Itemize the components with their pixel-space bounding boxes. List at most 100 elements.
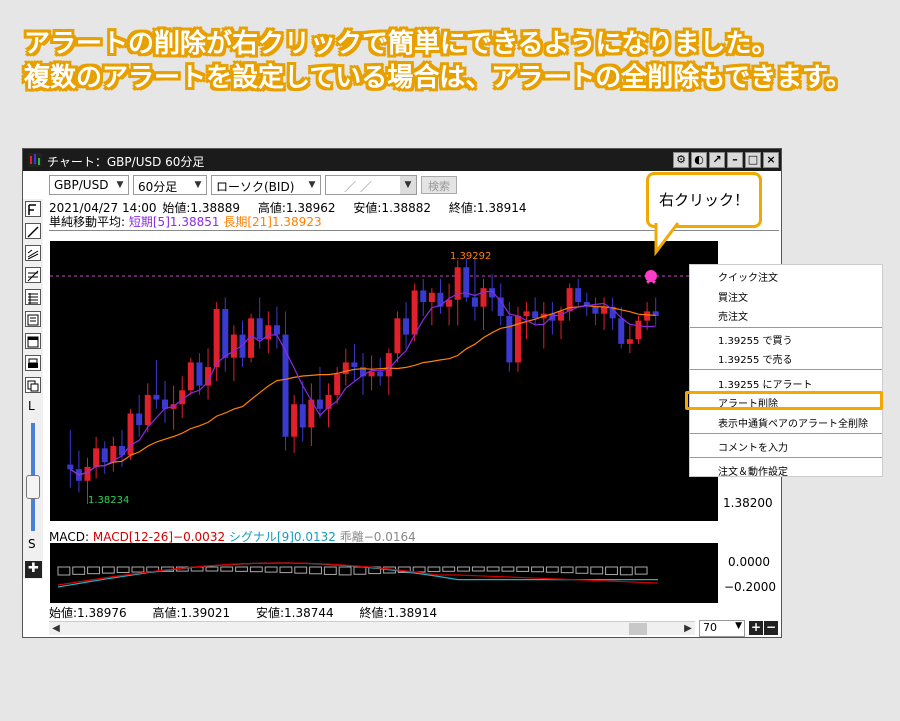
list-tool-icon[interactable] bbox=[25, 311, 41, 327]
alert-icon[interactable] bbox=[645, 270, 657, 284]
pair-select[interactable]: GBP/USD ▼ bbox=[49, 175, 129, 195]
chevron-right-icon[interactable]: ▶ bbox=[681, 622, 695, 636]
menu-item-buy-order[interactable]: 買注文 bbox=[718, 289, 748, 304]
zoom-out-icon[interactable]: − bbox=[764, 621, 778, 635]
close-icon[interactable]: × bbox=[763, 152, 779, 168]
trendline-tool-icon[interactable] bbox=[25, 223, 41, 239]
low-price-label: 1.38234 bbox=[88, 495, 129, 506]
chevron-down-icon: ▼ bbox=[116, 180, 124, 190]
macd-hist-bar bbox=[575, 566, 589, 574]
chart-type-select[interactable]: ローソク(BID) ▼ bbox=[211, 175, 321, 195]
macd-label: MACD: bbox=[49, 530, 90, 544]
search-button[interactable]: 検索 bbox=[421, 176, 457, 194]
bottom-high: 高値:1.39021 bbox=[152, 606, 231, 620]
timeframe-select[interactable]: 60分足 ▼ bbox=[133, 175, 207, 195]
macd-hist-bar bbox=[309, 566, 322, 575]
callout-tail bbox=[654, 222, 680, 256]
ma-short: 短期[5]1.38851 bbox=[128, 215, 220, 229]
app-icon bbox=[28, 153, 42, 167]
date-select[interactable]: ／ ／ ▼ bbox=[325, 175, 417, 195]
candle-body bbox=[601, 306, 608, 314]
macd-hist-bar bbox=[501, 566, 515, 572]
candle-body bbox=[93, 448, 100, 467]
fibonacci-tool-icon[interactable] bbox=[25, 267, 41, 283]
macd-hist-bar bbox=[516, 566, 530, 572]
macd-hist-bar bbox=[323, 566, 337, 575]
menu-item-buy-at-price[interactable]: 1.39255 で買う bbox=[718, 332, 793, 347]
candle-body bbox=[385, 353, 392, 377]
zoom-in-icon[interactable]: + bbox=[749, 621, 763, 635]
candle-body bbox=[351, 362, 358, 368]
macd-hist-bar bbox=[205, 566, 219, 572]
menu-item-order-settings[interactable]: 注文＆動作設定 bbox=[718, 463, 788, 478]
zoom-slider-thumb[interactable] bbox=[26, 475, 40, 499]
macd-hist-bar bbox=[471, 566, 485, 572]
macd-signal: シグナル[9]0.0132 bbox=[228, 530, 336, 544]
macd-hist-bar bbox=[338, 566, 352, 576]
candle-body bbox=[368, 371, 375, 377]
chevron-down-icon: ▼ bbox=[735, 621, 742, 631]
menu-item-quick-order[interactable]: クイック注文 bbox=[718, 269, 778, 284]
candle-body bbox=[411, 290, 418, 335]
chevron-down-icon: ▼ bbox=[308, 180, 316, 190]
candle-body bbox=[428, 292, 435, 303]
macd-hist-bar bbox=[486, 566, 500, 572]
candle-body bbox=[187, 362, 194, 391]
candle-body bbox=[84, 466, 91, 481]
candle-body bbox=[506, 316, 513, 363]
channel-tool-icon[interactable] bbox=[25, 245, 41, 261]
candle-body bbox=[127, 413, 134, 456]
window-title: チャート：GBP/USD 60分足 bbox=[47, 155, 205, 169]
minimize-icon[interactable]: – bbox=[727, 152, 743, 168]
candle-body bbox=[196, 362, 203, 386]
menu-item-delete-all-alerts[interactable]: 表示中通貨ペアのアラート全削除 bbox=[718, 415, 868, 430]
macd-hist-bar bbox=[531, 566, 544, 573]
candle-body bbox=[377, 371, 384, 377]
popout-icon[interactable]: ↗ bbox=[709, 152, 725, 168]
macd-chart[interactable] bbox=[50, 543, 718, 603]
candle-body bbox=[557, 311, 565, 321]
macd-hist-bar bbox=[545, 566, 559, 573]
menu-item-sell-at-price[interactable]: 1.39255 で売る bbox=[718, 351, 793, 366]
candle-body bbox=[67, 464, 74, 470]
pair-select-value: GBP/USD bbox=[54, 178, 109, 192]
menu-separator bbox=[690, 433, 882, 434]
macd-hist-bar bbox=[590, 566, 604, 575]
maximize-icon[interactable]: □ bbox=[745, 152, 761, 168]
ma-long: 長期[21]1.38923 bbox=[223, 215, 322, 229]
candle-body bbox=[471, 297, 478, 307]
window-tool-icon[interactable] bbox=[25, 333, 41, 349]
macd-axis-low: −0.2000 bbox=[724, 580, 777, 594]
grid-tool-icon[interactable] bbox=[25, 289, 41, 305]
candle-body bbox=[144, 394, 151, 426]
gear-icon[interactable]: ⚙ bbox=[673, 152, 689, 168]
macd-hist-bar bbox=[235, 566, 248, 572]
menu-item-add-comment[interactable]: コメントを入力 bbox=[718, 439, 788, 454]
cursor-tool-icon[interactable] bbox=[25, 201, 41, 217]
move-icon[interactable]: ✚ bbox=[25, 561, 42, 578]
menu-item-sell-order[interactable]: 売注文 bbox=[718, 308, 748, 323]
chevron-left-icon[interactable]: ◀ bbox=[49, 622, 63, 636]
price-chart[interactable]: 1.39292 1.38234 bbox=[50, 241, 718, 521]
scrollbar-thumb[interactable] bbox=[629, 623, 647, 635]
print-icon[interactable] bbox=[25, 355, 41, 371]
slider-bottom-label: S bbox=[28, 537, 36, 551]
horizontal-scrollbar[interactable]: ◀ ▶ bbox=[49, 621, 695, 635]
candle-body bbox=[334, 374, 341, 395]
macd-hist-bar bbox=[427, 566, 441, 573]
zoom-select[interactable]: 70 ▼ bbox=[699, 620, 745, 637]
macd-hist-bar bbox=[457, 566, 470, 572]
chevron-down-icon: ▼ bbox=[194, 180, 202, 190]
menu-item-alert-at-price[interactable]: 1.39255 にアラート bbox=[718, 376, 813, 391]
macd-hist-bar bbox=[560, 566, 574, 574]
macd-hist-bar bbox=[412, 566, 426, 573]
window-titlebar[interactable]: チャート：GBP/USD 60分足 ⚙ ◐ ↗ – □ × bbox=[23, 149, 781, 171]
candle-body bbox=[480, 288, 487, 307]
candle-body bbox=[575, 288, 582, 303]
palette-icon[interactable]: ◐ bbox=[691, 152, 707, 168]
macd-hist-bar bbox=[619, 566, 633, 576]
menu-separator bbox=[690, 327, 882, 328]
copy-icon[interactable] bbox=[25, 377, 41, 393]
candle-body bbox=[420, 290, 427, 303]
candle-body bbox=[523, 311, 530, 316]
